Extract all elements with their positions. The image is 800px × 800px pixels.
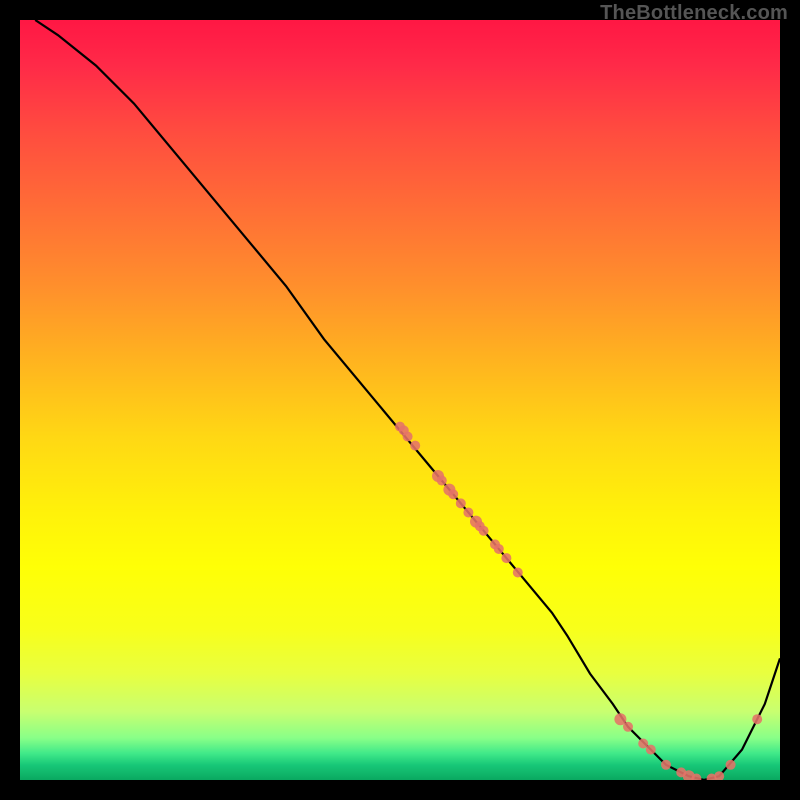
data-point xyxy=(501,553,511,563)
data-point xyxy=(410,441,420,451)
data-point xyxy=(448,489,458,499)
data-point xyxy=(726,760,736,770)
chart-background xyxy=(20,20,780,780)
watermark-text: TheBottleneck.com xyxy=(600,2,788,25)
data-point xyxy=(646,745,656,755)
data-point xyxy=(513,568,523,578)
data-point xyxy=(479,526,489,536)
data-point xyxy=(661,760,671,770)
data-point xyxy=(456,498,466,508)
data-point xyxy=(463,507,473,517)
chart-svg xyxy=(20,20,780,780)
data-point xyxy=(752,714,762,724)
data-point xyxy=(623,722,633,732)
data-point xyxy=(494,544,504,554)
data-point xyxy=(437,476,447,486)
chart-plot-area xyxy=(20,20,780,780)
data-point xyxy=(403,431,413,441)
